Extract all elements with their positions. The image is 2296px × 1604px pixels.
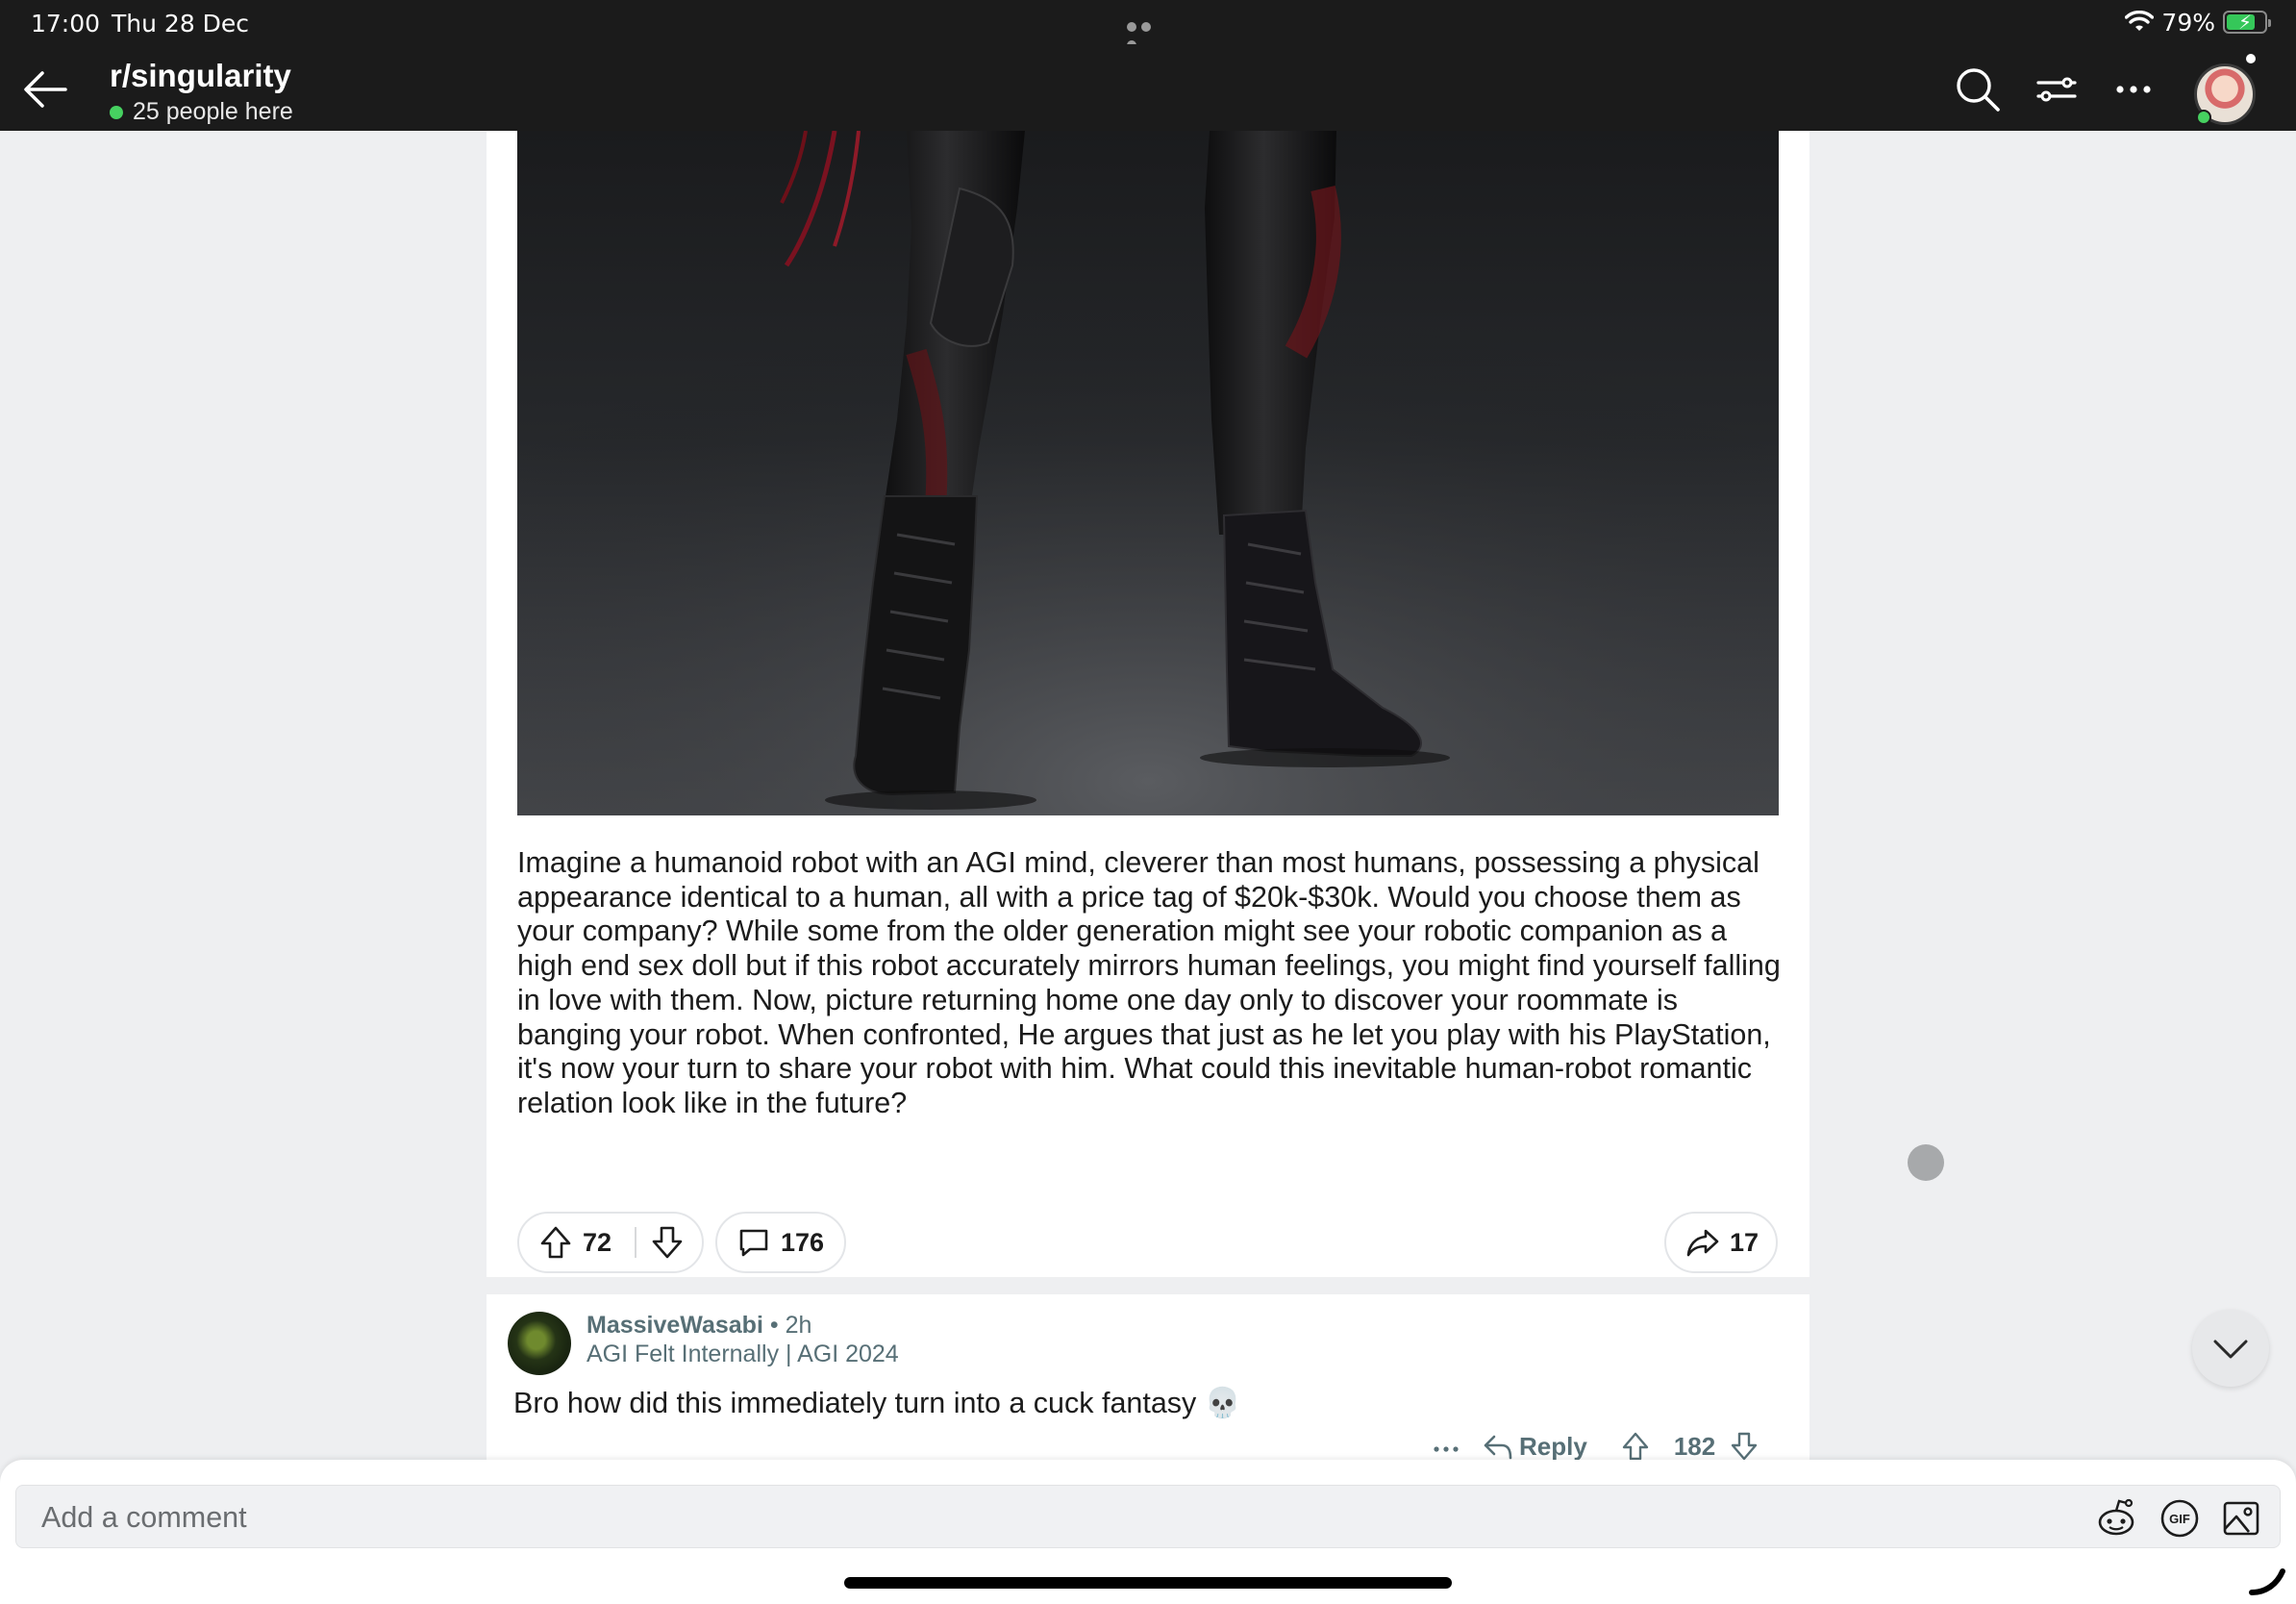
status-date: Thu 28 Dec bbox=[112, 10, 250, 38]
battery-percent: 79% bbox=[2161, 8, 2215, 37]
online-text: 25 people here bbox=[133, 98, 293, 125]
status-right: 79% ⚡ bbox=[2125, 8, 2271, 37]
comment-author[interactable]: MassiveWasabi bbox=[586, 1312, 763, 1339]
share-count: 17 bbox=[1730, 1227, 1759, 1257]
comment-input[interactable]: Add a comment GIF bbox=[15, 1485, 2281, 1548]
image-icon[interactable] bbox=[2220, 1497, 2262, 1540]
search-icon[interactable] bbox=[1954, 65, 2002, 113]
next-comment-button[interactable] bbox=[2192, 1310, 2269, 1387]
reply-button[interactable]: Reply bbox=[1519, 1432, 1587, 1462]
share-icon bbox=[1686, 1229, 1719, 1257]
notification-dot bbox=[2246, 54, 2256, 63]
subreddit-header: r/singularity 25 people here bbox=[0, 44, 2296, 131]
comment-more-icon[interactable] bbox=[1429, 1432, 1463, 1461]
scroll-handle[interactable] bbox=[1908, 1144, 1944, 1181]
comment: MassiveWasabi • 2h AGI Felt Internally |… bbox=[487, 1294, 1809, 1464]
back-arrow-icon[interactable] bbox=[19, 63, 71, 115]
comment-placeholder: Add a comment bbox=[41, 1501, 247, 1534]
avatar-online-dot bbox=[2196, 110, 2211, 125]
chevron-down-icon bbox=[2213, 1340, 2248, 1359]
more-dots-icon[interactable] bbox=[1127, 17, 1169, 50]
subreddit-title[interactable]: r/singularity bbox=[110, 58, 291, 94]
comment-meta: MassiveWasabi • 2h bbox=[586, 1312, 811, 1340]
post-body-text: Imagine a humanoid robot with an AGI min… bbox=[517, 846, 1781, 1119]
status-time: 17:00 bbox=[31, 10, 101, 38]
comment-text: Bro how did this immediately turn into a… bbox=[513, 1387, 1241, 1419]
vote-count: 72 bbox=[583, 1227, 612, 1257]
meta-separator: • bbox=[769, 1312, 779, 1339]
robot-legs-image bbox=[517, 131, 1779, 815]
sort-filter-icon[interactable] bbox=[2033, 65, 2081, 113]
vote-bar: 72 bbox=[517, 1212, 704, 1273]
comment-bubble-icon bbox=[739, 1229, 768, 1257]
comments-button[interactable]: 176 bbox=[715, 1212, 846, 1273]
comment-age: 2h bbox=[785, 1312, 812, 1339]
more-icon[interactable] bbox=[2109, 65, 2158, 113]
gif-icon[interactable]: GIF bbox=[2159, 1497, 2201, 1540]
status-bar: 17:00 Thu 28 Dec 79% ⚡ bbox=[0, 0, 2296, 50]
comment-count: 176 bbox=[781, 1227, 825, 1257]
snoo-emoji-icon[interactable] bbox=[2095, 1497, 2137, 1540]
downvote-icon[interactable] bbox=[650, 1225, 685, 1260]
post-card: Imagine a humanoid robot with an AGI min… bbox=[487, 131, 1809, 1277]
online-count: 25 people here bbox=[110, 98, 293, 126]
battery-icon: ⚡ bbox=[2223, 11, 2271, 34]
share-button[interactable]: 17 bbox=[1664, 1212, 1778, 1273]
svg-text:GIF: GIF bbox=[2169, 1512, 2190, 1526]
comment-score: 182 bbox=[1673, 1431, 1716, 1461]
online-dot-icon bbox=[110, 105, 123, 119]
pencil-swoosh-icon bbox=[2249, 1568, 2285, 1595]
comment-actions: Reply 182 bbox=[1429, 1429, 1759, 1464]
vote-divider bbox=[635, 1227, 636, 1258]
reply-icon[interactable] bbox=[1483, 1432, 1513, 1461]
wifi-icon bbox=[2125, 11, 2155, 31]
upvote-icon[interactable] bbox=[538, 1225, 573, 1260]
comment-upvote-icon[interactable] bbox=[1620, 1431, 1651, 1462]
comment-downvote-icon[interactable] bbox=[1729, 1431, 1759, 1462]
commenter-avatar[interactable] bbox=[508, 1312, 571, 1375]
user-flair: AGI Felt Internally | AGI 2024 bbox=[586, 1341, 899, 1367]
post-image[interactable] bbox=[517, 131, 1779, 815]
home-indicator[interactable] bbox=[844, 1577, 1452, 1589]
